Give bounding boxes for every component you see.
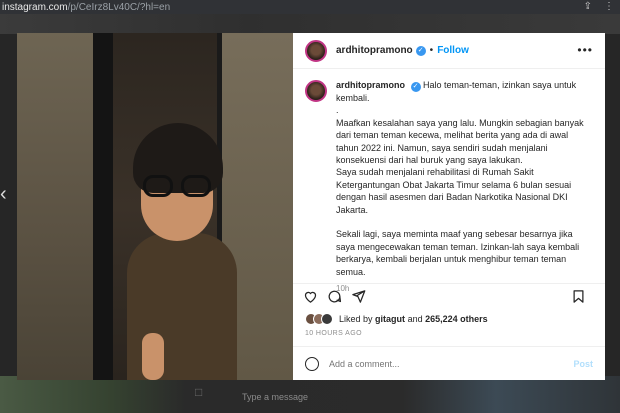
separator-dot: • xyxy=(429,45,434,56)
heart-icon[interactable] xyxy=(303,289,318,304)
photo-hand xyxy=(142,333,164,380)
browser-toolbar-icons: ⇪ ⋮ xyxy=(584,1,614,12)
post-caption: ardhitopramono ✓ Halo teman-teman, izink… xyxy=(293,71,605,311)
photo-wall-left xyxy=(17,33,97,380)
menu-icon[interactable]: ⋮ xyxy=(604,1,614,12)
comment-icon[interactable] xyxy=(327,289,342,304)
posted-time[interactable]: 10 HOURS AGO xyxy=(305,330,362,337)
post-header: ardhitopramono ✓ • Follow ••• xyxy=(293,33,605,69)
caption-line: Sekali lagi, saya meminta maaf yang sebe… xyxy=(336,229,573,240)
post-photo[interactable] xyxy=(17,33,293,380)
likes-prefix: Liked by xyxy=(339,314,373,324)
likes-and: and xyxy=(407,314,423,324)
liked-by-user[interactable]: gitagut xyxy=(375,314,405,324)
url-host: instagram.com xyxy=(2,1,68,13)
background-icon: □ xyxy=(195,385,203,399)
post-modal: ardhitopramono ✓ • Follow ••• ardhitopra… xyxy=(17,33,605,380)
more-options-icon[interactable]: ••• xyxy=(577,43,593,57)
verified-badge-icon: ✓ xyxy=(415,45,426,56)
photo-glasses xyxy=(141,175,213,197)
url-path: /p/CeIrz8Lv40C/?hl=en xyxy=(67,1,171,13)
share-icon[interactable] xyxy=(351,289,366,304)
photo-door-frame xyxy=(93,33,113,380)
background-icons: □ xyxy=(195,385,202,399)
chevron-left-icon[interactable]: ‹ xyxy=(0,183,16,205)
likes-summary[interactable]: Liked by gitagut and 265,224 others xyxy=(293,311,605,327)
caption-line: Ketergantungan Obat Jakarta Timur selama… xyxy=(336,179,572,190)
caption-line: kembali. xyxy=(336,93,370,103)
caption-line: Maafkan kesalahan saya yang lalu. Mungki… xyxy=(336,117,584,128)
caption-text: ardhitopramono ✓ Halo teman-teman, izink… xyxy=(336,79,593,278)
backdrop-bottom xyxy=(0,376,620,413)
caption-line: berkarya, kembali berjalan untuk menghib… xyxy=(336,254,567,265)
liker-avatars xyxy=(305,313,333,325)
post-comment-button[interactable]: Post xyxy=(573,359,593,369)
caption-line: saya mengecewakan teman teman. Izinkan-l… xyxy=(336,241,580,252)
share-page-icon[interactable]: ⇪ xyxy=(584,1,592,12)
post-side-panel: ardhitopramono ✓ • Follow ••• ardhitopra… xyxy=(293,33,605,380)
url-text[interactable]: instagram.com/p/CeIrz8Lv40C/?hl=en xyxy=(0,2,170,13)
emoji-icon[interactable] xyxy=(305,356,319,371)
caption-username[interactable]: ardhitopramono xyxy=(336,80,405,90)
caption-line: semua. xyxy=(336,266,366,277)
caption-line: konsekuensi dari hal buruk yang saya lak… xyxy=(336,155,523,166)
likes-count[interactable]: 265,224 others xyxy=(425,314,488,324)
caption-line: Halo teman-teman, izinkan saya untuk xyxy=(423,80,577,90)
header-username[interactable]: ardhitopramono xyxy=(336,45,413,56)
caption-avatar[interactable] xyxy=(305,80,327,102)
bookmark-icon[interactable] xyxy=(571,289,586,304)
background-message-input: Type a message xyxy=(242,392,309,402)
caption-line: Jakarta. xyxy=(336,204,369,215)
comment-input[interactable] xyxy=(329,358,549,369)
caption-line: tahun 2022 ini. Namun, saya sendiri suda… xyxy=(336,142,548,153)
browser-url-bar[interactable]: instagram.com/p/CeIrz8Lv40C/?hl=en ⇪ ⋮ xyxy=(0,0,620,14)
verified-badge-icon: ✓ xyxy=(410,82,421,92)
caption-line: dari teman teman kecewa, melihat berita … xyxy=(336,130,569,141)
caption-line: dengan hasil asesmen dari Badan Narkotik… xyxy=(336,192,568,203)
backdrop-top xyxy=(0,14,620,34)
comment-bar: Post xyxy=(293,346,605,380)
caption-body: ardhitopramono ✓ Halo teman-teman, izink… xyxy=(336,79,593,303)
action-bar xyxy=(293,283,605,309)
caption-line: . xyxy=(336,105,339,116)
avatar[interactable] xyxy=(305,39,327,62)
follow-button[interactable]: Follow xyxy=(437,45,469,56)
caption-line: Saya sudah menjalani rehabilitasi di Rum… xyxy=(336,167,534,178)
